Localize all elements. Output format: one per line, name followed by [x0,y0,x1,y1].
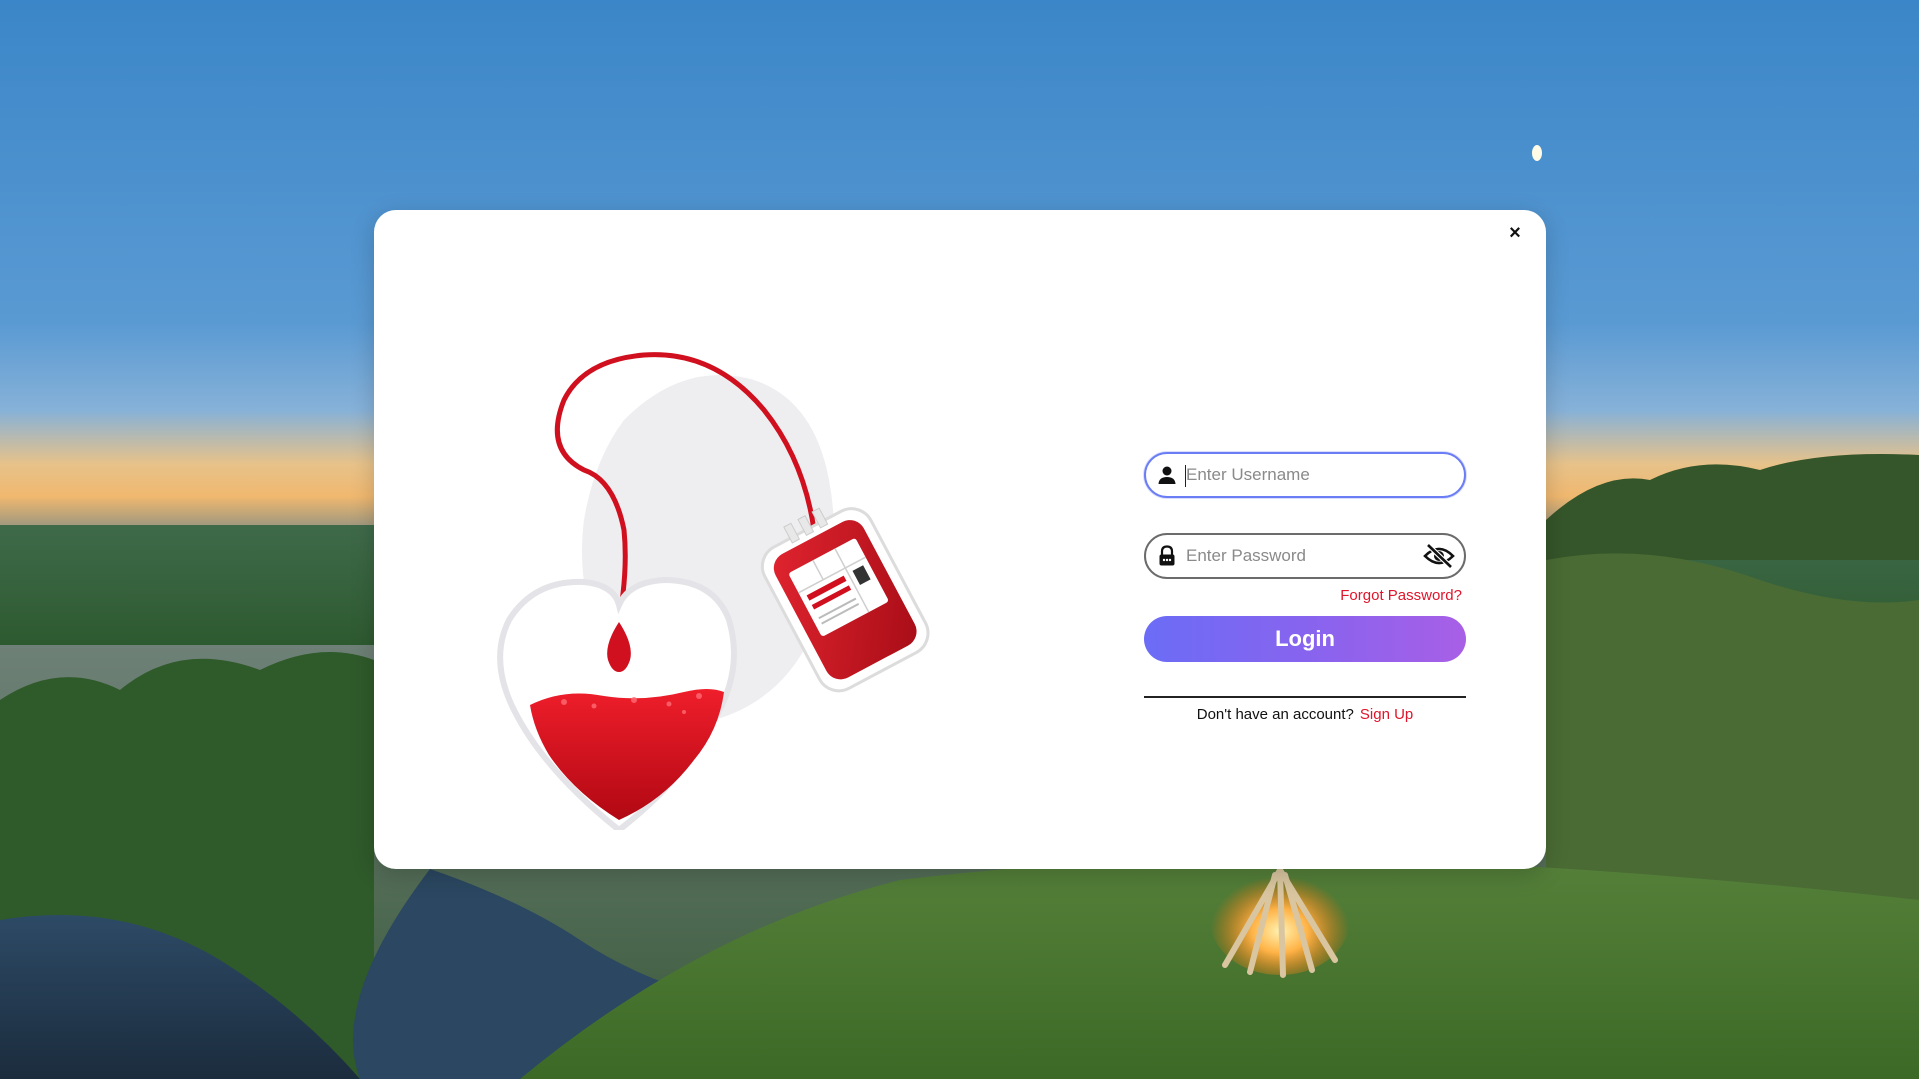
divider [1144,696,1466,698]
password-field[interactable] [1144,533,1466,579]
eye-slash-icon[interactable] [1422,542,1456,570]
username-input[interactable] [1186,454,1464,496]
user-icon [1156,464,1178,486]
password-input[interactable] [1186,535,1422,577]
no-account-text: Don't have an account? [1196,706,1354,723]
login-form: Forgot Password? Login Don't have an acc… [1144,452,1466,723]
blood-donation-illustration [484,300,954,834]
lock-icon [1156,545,1178,567]
username-field[interactable] [1144,452,1466,498]
login-button[interactable]: Login [1144,616,1466,662]
signup-row: Don't have an account? Sign Up [1144,706,1466,723]
close-icon[interactable]: × [1502,220,1528,246]
sign-up-link[interactable]: Sign Up [1360,706,1413,723]
forgot-password-link[interactable]: Forgot Password? [1144,587,1462,604]
text-caret [1185,465,1186,487]
login-dialog: × Enter Username Forgot Password? Login … [374,210,1546,869]
